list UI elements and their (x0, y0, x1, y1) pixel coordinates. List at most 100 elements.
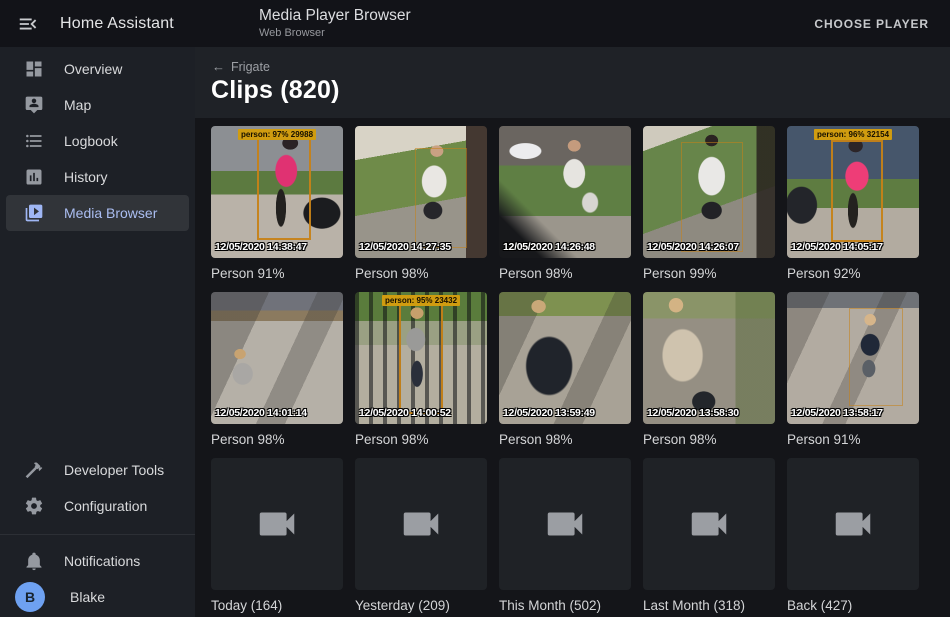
media-grid-area: person: 97% 29988 12/05/2020 14:38:47 Pe… (195, 118, 950, 617)
map-person-icon (24, 95, 44, 115)
page-header-block: Media Player Browser Web Browser (259, 7, 411, 39)
sidebar-item-label: Map (64, 97, 91, 113)
folder-card-last-month[interactable]: Last Month (318) (643, 458, 775, 617)
folder-card-yesterday[interactable]: Yesterday (209) (355, 458, 487, 617)
sidebar-item-history[interactable]: History (6, 159, 189, 195)
detection-bbox (399, 304, 443, 414)
video-camera-icon (254, 501, 300, 547)
sidebar-item-notifications[interactable]: Notifications (6, 543, 189, 579)
sidebar-item-configuration[interactable]: Configuration (6, 488, 189, 524)
sidebar-item-label: Notifications (64, 553, 140, 569)
folder-card-this-month[interactable]: This Month (502) (499, 458, 631, 617)
clip-thumbnail: 12/05/2020 13:58:30 (643, 292, 775, 424)
header-title: Media Player Browser (259, 7, 411, 25)
chart-icon (24, 167, 44, 187)
list-icon (24, 131, 44, 151)
clip-label: Person 98% (355, 432, 487, 447)
user-avatar: B (15, 582, 45, 612)
clip-card[interactable]: person: 97% 29988 12/05/2020 14:38:47 Pe… (211, 126, 343, 292)
clip-card[interactable]: 12/05/2020 14:01:14 Person 98% (211, 292, 343, 458)
sidebar-item-label: Configuration (64, 498, 147, 514)
folder-label: Back (427) (787, 598, 919, 613)
sidebar-item-map[interactable]: Map (6, 87, 189, 123)
clip-timestamp: 12/05/2020 14:27:35 (359, 241, 451, 253)
sidebar-item-label: Logbook (64, 133, 118, 149)
detection-bbox (681, 142, 743, 252)
folder-label: Today (164) (211, 598, 343, 613)
clip-thumbnail: 12/05/2020 14:27:35 (355, 126, 487, 258)
clip-card[interactable]: person: 96% 32154 12/05/2020 14:05:17 Pe… (787, 126, 919, 292)
breadcrumb-back-frigate[interactable]: ← Frigate (212, 59, 270, 74)
folder-thumbnail (787, 458, 919, 590)
sidebar-spacer (0, 231, 195, 452)
clip-thumbnail: 12/05/2020 13:58:17 (787, 292, 919, 424)
detection-bbox (831, 140, 883, 242)
clip-timestamp: 12/05/2020 13:58:17 (791, 407, 883, 419)
app-title: Home Assistant (60, 15, 174, 33)
sidebar-item-label: Media Browser (64, 205, 157, 221)
folder-thumbnail (643, 458, 775, 590)
menu-open-icon[interactable] (14, 10, 42, 38)
detection-chip: person: 96% 32154 (814, 129, 892, 140)
header-subtitle: Web Browser (259, 27, 411, 39)
profile-name: Blake (70, 589, 105, 605)
clip-label: Person 98% (643, 432, 775, 447)
clip-card[interactable]: person: 95% 23432 12/05/2020 14:00:52 Pe… (355, 292, 487, 458)
clip-card[interactable]: 12/05/2020 14:26:48 Person 98% (499, 126, 631, 292)
clip-card[interactable]: 12/05/2020 13:58:30 Person 98% (643, 292, 775, 458)
folder-card-today[interactable]: Today (164) (211, 458, 343, 617)
sidebar-item-media-browser[interactable]: Media Browser (6, 195, 189, 231)
clip-thumbnail: 12/05/2020 14:26:07 (643, 126, 775, 258)
hammer-icon (24, 460, 44, 480)
clip-card[interactable]: 12/05/2020 14:26:07 Person 99% (643, 126, 775, 292)
folder-thumbnail (355, 458, 487, 590)
sidebar-divider (0, 534, 195, 535)
top-app-bar: Home Assistant Media Player Browser Web … (0, 0, 950, 47)
folder-thumbnail (499, 458, 631, 590)
clip-card[interactable]: 12/05/2020 13:59:49 Person 98% (499, 292, 631, 458)
sidebar: Overview Map Logbook History Media Brows… (0, 47, 195, 617)
sidebar-item-profile[interactable]: B Blake (6, 579, 189, 615)
choose-player-button[interactable]: CHOOSE PLAYER (808, 0, 935, 47)
clip-timestamp: 12/05/2020 13:58:30 (647, 407, 739, 419)
play-box-icon (24, 203, 44, 223)
detection-chip: person: 97% 29988 (238, 129, 316, 140)
clip-thumbnail: 12/05/2020 14:26:48 (499, 126, 631, 258)
folder-card-back[interactable]: Back (427) (787, 458, 919, 617)
clip-label: Person 98% (355, 266, 487, 281)
video-camera-icon (686, 501, 732, 547)
video-camera-icon (398, 501, 444, 547)
bell-icon (24, 551, 44, 571)
home-assistant-app: Home Assistant Media Player Browser Web … (0, 0, 950, 617)
clip-thumbnail: 12/05/2020 14:01:14 (211, 292, 343, 424)
dashboard-icon (24, 59, 44, 79)
sidebar-item-label: History (64, 169, 108, 185)
folder-label: Last Month (318) (643, 598, 775, 613)
folder-label: This Month (502) (499, 598, 631, 613)
breadcrumb-label: Frigate (231, 60, 270, 74)
clip-timestamp: 12/05/2020 14:26:07 (647, 241, 739, 253)
back-arrow-icon: ← (212, 59, 225, 74)
folder-label: Yesterday (209) (355, 598, 487, 613)
sidebar-item-logbook[interactable]: Logbook (6, 123, 189, 159)
sidebar-item-label: Developer Tools (64, 462, 164, 478)
sidebar-item-developer-tools[interactable]: Developer Tools (6, 452, 189, 488)
clip-card[interactable]: 12/05/2020 14:27:35 Person 98% (355, 126, 487, 292)
folder-thumbnail (211, 458, 343, 590)
sidebar-item-label: Overview (64, 61, 122, 77)
clip-card[interactable]: 12/05/2020 13:58:17 Person 91% (787, 292, 919, 458)
clip-timestamp: 12/05/2020 13:59:49 (503, 407, 595, 419)
clip-label: Person 99% (643, 266, 775, 281)
clip-timestamp: 12/05/2020 14:26:48 (503, 241, 595, 253)
clip-label: Person 91% (787, 432, 919, 447)
sidebar-item-overview[interactable]: Overview (6, 51, 189, 87)
gear-icon (24, 496, 44, 516)
content-header: ← Frigate Clips (820) (195, 47, 950, 118)
detection-bbox (849, 308, 903, 406)
clip-label: Person 98% (211, 432, 343, 447)
clip-label: Person 91% (211, 266, 343, 281)
clip-label: Person 98% (499, 266, 631, 281)
clip-timestamp: 12/05/2020 14:01:14 (215, 407, 307, 419)
detection-bbox (415, 148, 467, 248)
detection-chip: person: 95% 23432 (382, 295, 460, 306)
